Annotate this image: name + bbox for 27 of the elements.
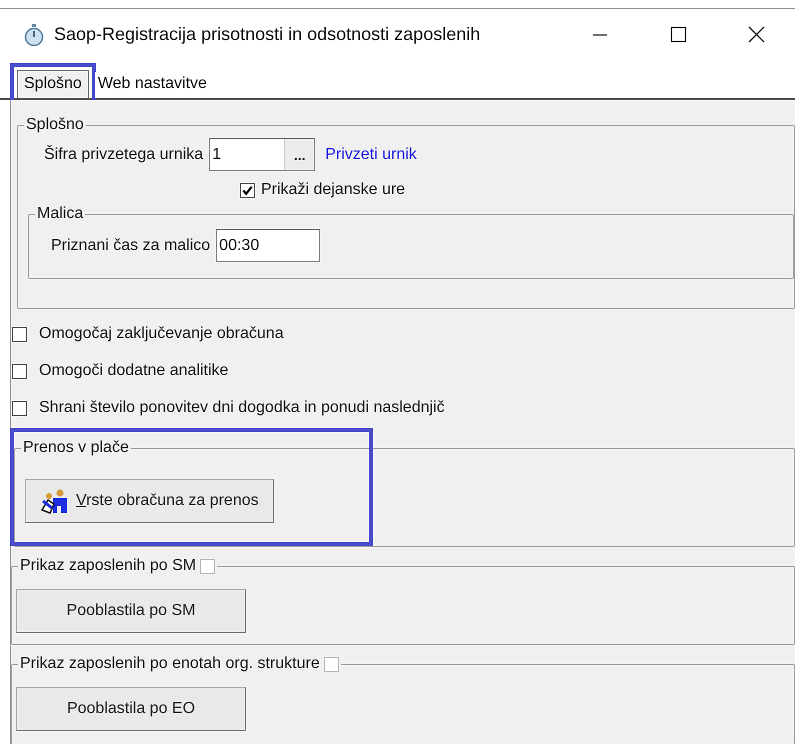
schedule-field[interactable]: 1 ... bbox=[209, 138, 316, 171]
group-title: Prikaz zaposlenih po SM bbox=[20, 557, 196, 575]
time-field[interactable]: 00:30 bbox=[216, 229, 320, 262]
checkbox-label: Omogočaj zaključevanje obračuna bbox=[39, 325, 284, 343]
field-label: Priznani čas za malico bbox=[51, 236, 210, 254]
schedule-link[interactable]: Privzeti urnik bbox=[325, 146, 417, 164]
stopwatch-icon bbox=[24, 24, 44, 46]
group-title: Prikaz zaposlenih po enotah org. strukture bbox=[20, 655, 320, 673]
group-title: Prenos v plače bbox=[23, 439, 129, 457]
checkbox[interactable] bbox=[240, 182, 255, 198]
checkbox-label: Shrani število ponovitev dni dogodka in ponudi naslednjič bbox=[39, 399, 445, 417]
checkbox-label: Omogoči dodatne analitike bbox=[39, 362, 228, 380]
field-label: Šifra privzetega urnika bbox=[44, 146, 204, 164]
checkbox[interactable] bbox=[200, 558, 216, 574]
authorization-button[interactable]: Pooblastila po EO bbox=[16, 687, 246, 731]
checkbox-label: Prikaži dejanske ure bbox=[261, 181, 406, 199]
checkbox[interactable] bbox=[12, 400, 27, 416]
group-title: Splošno bbox=[26, 116, 84, 134]
checkbox[interactable] bbox=[324, 656, 339, 672]
transfer-button[interactable]: Vrste obračuna za prenos bbox=[25, 479, 274, 523]
checkbox[interactable] bbox=[12, 326, 27, 342]
browse-button[interactable]: ... bbox=[284, 139, 314, 170]
people-icon bbox=[40, 488, 70, 514]
group-title: Malica bbox=[37, 205, 84, 223]
checkbox[interactable] bbox=[12, 364, 27, 378]
authorization-button[interactable]: Pooblastila po SM bbox=[16, 589, 246, 633]
window-title: Saop-Registracija prisotnosti in odsotnosti zaposlenih bbox=[54, 24, 482, 45]
